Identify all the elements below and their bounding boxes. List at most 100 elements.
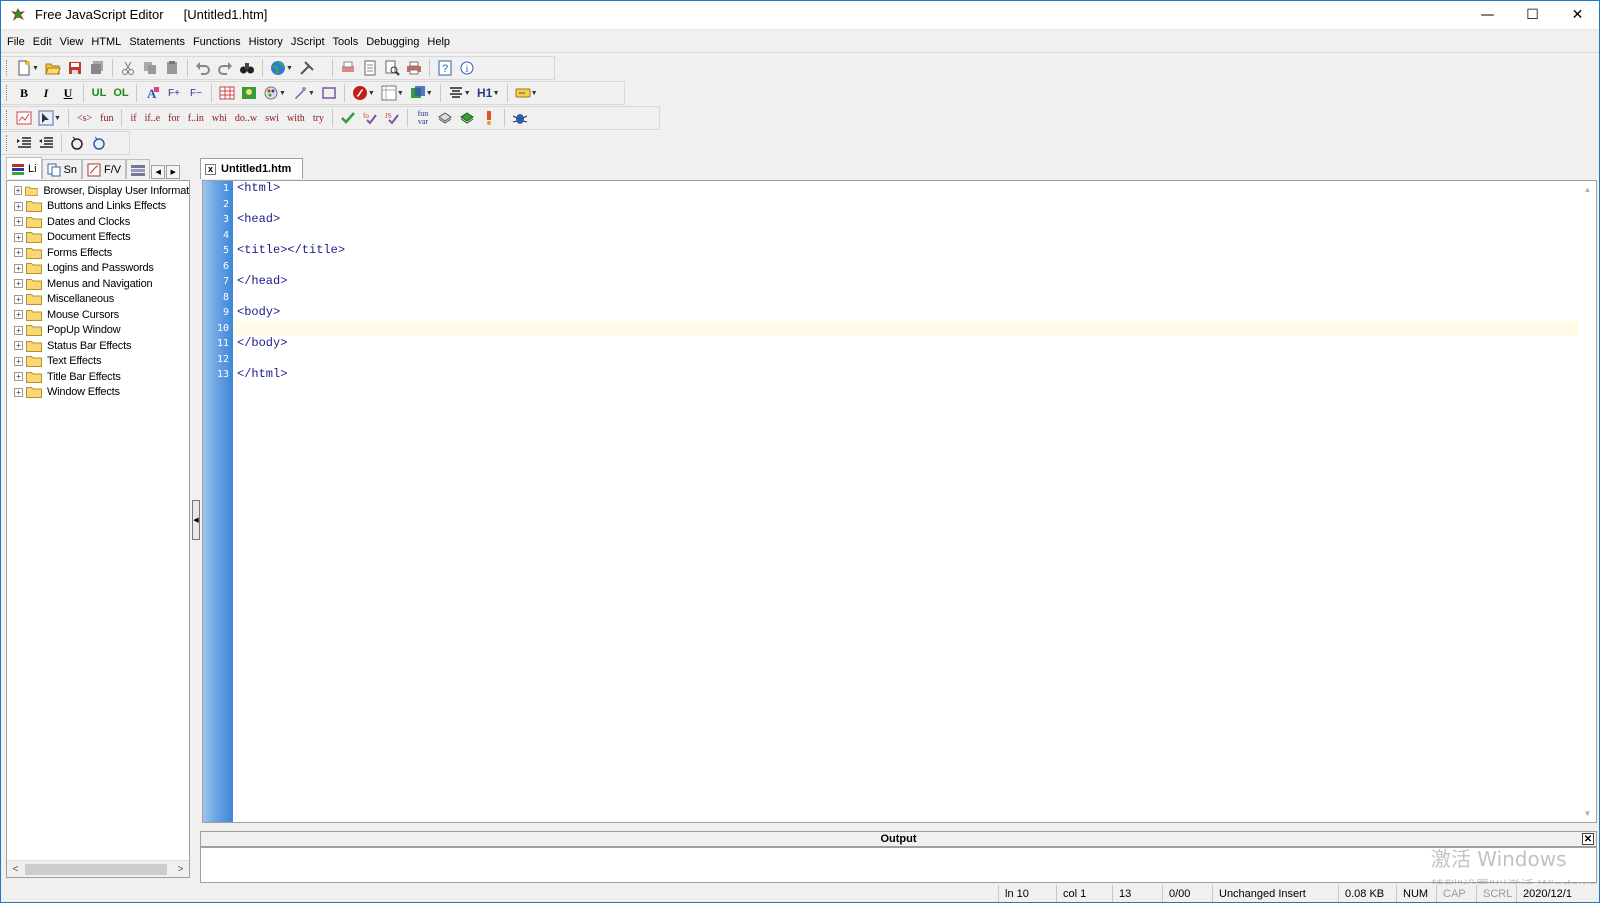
- help-button[interactable]: ?: [434, 58, 456, 78]
- toolbar-grip[interactable]: [6, 85, 9, 101]
- tree-item[interactable]: + Mouse Cursors: [7, 307, 189, 323]
- font-decrease-button[interactable]: F−: [185, 83, 207, 103]
- code-area[interactable]: <html> <head> <title></title> </head> <body>…: [233, 181, 1596, 822]
- tree-item[interactable]: + Logins and Passwords: [7, 261, 189, 277]
- tree-item[interactable]: + Buttons and Links Effects: [7, 199, 189, 215]
- code-line[interactable]: <head>: [233, 212, 1596, 228]
- toolbar-grip[interactable]: [6, 60, 9, 76]
- tree-item[interactable]: + Forms Effects: [7, 245, 189, 261]
- chevron-down-icon[interactable]: ▼: [426, 90, 433, 97]
- output-panel[interactable]: [200, 847, 1597, 883]
- toolbar-grip[interactable]: [6, 135, 9, 151]
- chevron-down-icon[interactable]: ▼: [464, 90, 471, 97]
- if-button[interactable]: if: [126, 108, 140, 128]
- while-button[interactable]: whi: [208, 108, 231, 128]
- expand-icon[interactable]: +: [14, 372, 23, 382]
- frame-button[interactable]: [318, 83, 340, 103]
- chevron-down-icon[interactable]: ▼: [368, 90, 375, 97]
- tree-item[interactable]: + Text Effects: [7, 354, 189, 370]
- code-line[interactable]: [233, 197, 1596, 213]
- tree-item[interactable]: + Document Effects: [7, 230, 189, 246]
- tree-item[interactable]: + Browser, Display User Informat: [7, 183, 189, 199]
- tree-item[interactable]: + PopUp Window: [7, 323, 189, 339]
- tree-item[interactable]: + Menus and Navigation: [7, 276, 189, 292]
- tree-item[interactable]: + Window Effects: [7, 385, 189, 401]
- check-syntax-button[interactable]: [337, 108, 359, 128]
- tools-button[interactable]: [296, 58, 318, 78]
- chevron-down-icon[interactable]: ▼: [279, 90, 286, 97]
- menu-statements[interactable]: Statements: [125, 32, 189, 52]
- menu-help[interactable]: Help: [423, 32, 454, 52]
- tab-snippets[interactable]: Sn: [41, 159, 83, 179]
- chevron-down-icon[interactable]: ▼: [493, 90, 500, 97]
- image-button[interactable]: [238, 83, 260, 103]
- maximize-button[interactable]: ☐: [1510, 0, 1555, 30]
- code-line[interactable]: <title></title>: [233, 243, 1596, 259]
- uncomment-button[interactable]: [88, 133, 110, 153]
- tab-scroll-left-button[interactable]: ◀: [151, 165, 166, 179]
- code-line[interactable]: </html>: [233, 367, 1596, 383]
- undo-button[interactable]: [192, 58, 214, 78]
- try-button[interactable]: try: [309, 108, 328, 128]
- code-line[interactable]: </head>: [233, 274, 1596, 290]
- expand-icon[interactable]: +: [14, 310, 23, 320]
- preview-button[interactable]: [381, 58, 403, 78]
- bold-button[interactable]: B: [13, 83, 35, 103]
- expand-icon[interactable]: +: [14, 232, 23, 242]
- about-button[interactable]: i: [456, 58, 478, 78]
- code-line[interactable]: [233, 352, 1596, 368]
- close-button[interactable]: ✕: [1555, 0, 1600, 30]
- font-increase-button[interactable]: F+: [163, 83, 185, 103]
- cut-button[interactable]: [117, 58, 139, 78]
- code-line[interactable]: [233, 320, 1596, 336]
- code-line[interactable]: </body>: [233, 336, 1596, 352]
- with-button[interactable]: with: [283, 108, 309, 128]
- underline-button[interactable]: U: [57, 83, 79, 103]
- table-button[interactable]: [216, 83, 238, 103]
- expand-icon[interactable]: +: [14, 387, 23, 397]
- open-button[interactable]: [42, 58, 64, 78]
- unordered-list-button[interactable]: UL: [88, 83, 110, 103]
- chevron-down-icon[interactable]: ▼: [32, 65, 39, 72]
- tree-horizontal-scrollbar[interactable]: < >: [7, 860, 189, 877]
- chevron-down-icon[interactable]: ▼: [397, 90, 404, 97]
- redo-button[interactable]: [214, 58, 236, 78]
- do-while-button[interactable]: do..w: [231, 108, 261, 128]
- expand-icon[interactable]: +: [14, 356, 23, 366]
- scroll-down-icon[interactable]: ▼: [1584, 809, 1592, 818]
- menu-edit[interactable]: Edit: [29, 32, 56, 52]
- comment-button[interactable]: [66, 133, 88, 153]
- expand-icon[interactable]: +: [14, 279, 23, 289]
- expand-icon[interactable]: +: [14, 341, 23, 351]
- code-line[interactable]: <body>: [233, 305, 1596, 321]
- menu-debugging[interactable]: Debugging: [362, 32, 423, 52]
- for-in-button[interactable]: f..in: [184, 108, 208, 128]
- code-line[interactable]: [233, 228, 1596, 244]
- editor-vertical-scrollbar[interactable]: ▲ ▼: [1579, 181, 1596, 822]
- italic-button[interactable]: I: [35, 83, 57, 103]
- print-preview-button[interactable]: [337, 58, 359, 78]
- debug-button[interactable]: [509, 108, 531, 128]
- indent-button[interactable]: [13, 133, 35, 153]
- menu-functions[interactable]: Functions: [189, 32, 245, 52]
- check-function-button[interactable]: fo: [359, 108, 381, 128]
- expand-icon[interactable]: +: [14, 294, 23, 304]
- expand-icon[interactable]: +: [14, 201, 23, 211]
- code-editor[interactable]: 1 2 3 4 5 6 7 8 9 10 11 12 13 <html> <head> <title></t…: [202, 180, 1597, 823]
- code-line[interactable]: <html>: [233, 181, 1596, 197]
- check-all-button[interactable]: JS: [381, 108, 403, 128]
- scroll-up-icon[interactable]: ▲: [1584, 185, 1592, 194]
- tree-item[interactable]: + Dates and Clocks: [7, 214, 189, 230]
- for-button[interactable]: for: [164, 108, 184, 128]
- chart-button[interactable]: [13, 108, 35, 128]
- menu-jscript[interactable]: JScript: [287, 32, 329, 52]
- chevron-down-icon[interactable]: ▼: [54, 115, 61, 122]
- expand-icon[interactable]: +: [14, 263, 23, 273]
- close-tab-icon[interactable]: x: [205, 163, 216, 175]
- tab-untitled1[interactable]: x Untitled1.htm: [200, 158, 303, 179]
- scroll-right-icon[interactable]: >: [172, 861, 189, 877]
- close-output-icon[interactable]: ✕: [1582, 833, 1594, 845]
- save-button[interactable]: [64, 58, 86, 78]
- code-line[interactable]: [233, 290, 1596, 306]
- expand-icon[interactable]: +: [14, 325, 23, 335]
